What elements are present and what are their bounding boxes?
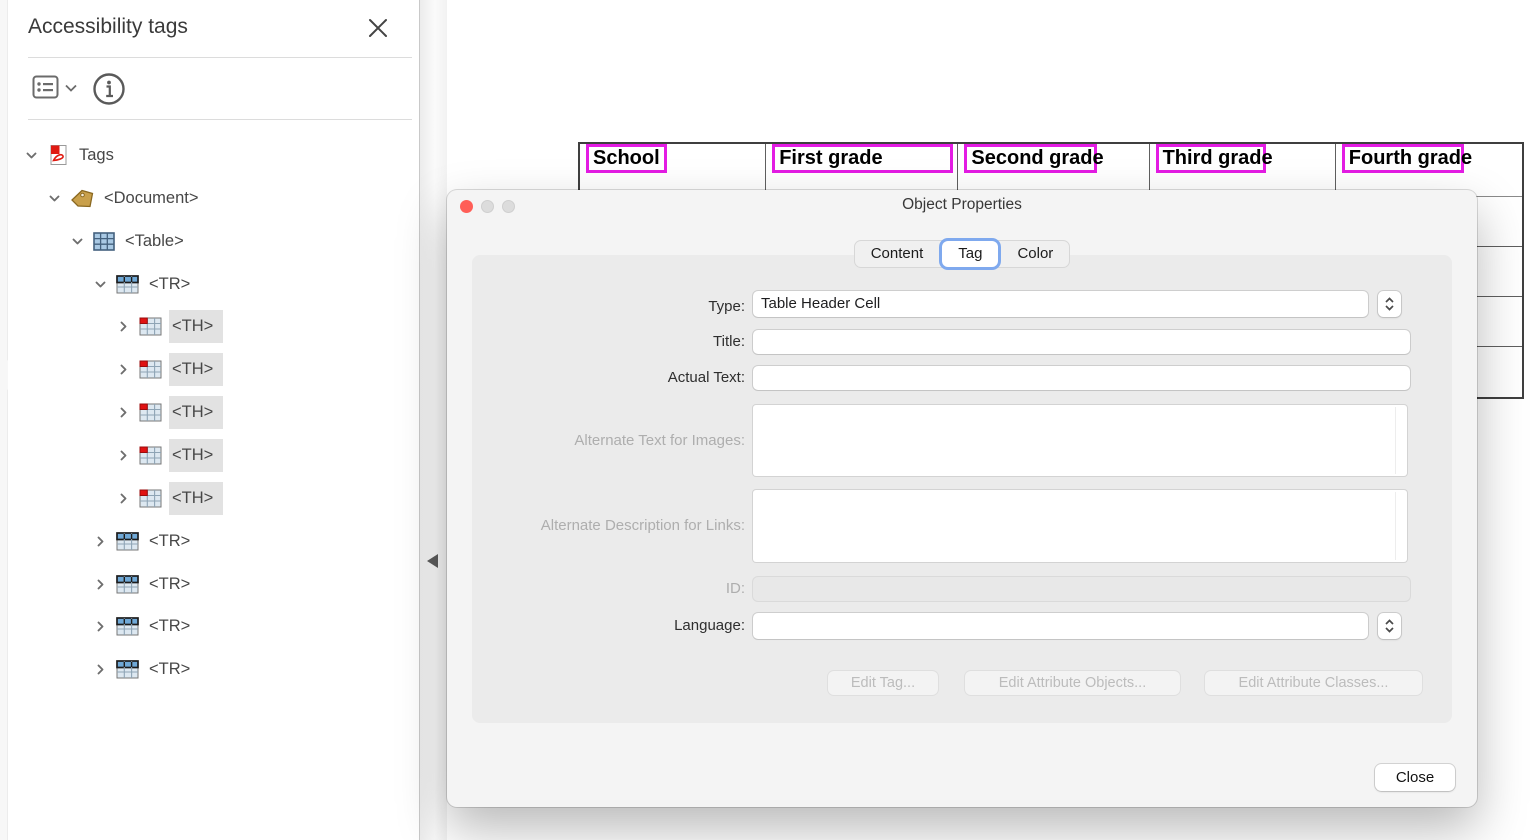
tag-icon (70, 188, 94, 209)
actual-text-input[interactable] (753, 366, 1410, 390)
tree-item-tr-10[interactable]: <TR> (93, 563, 200, 605)
tree-item-th-8[interactable]: <TH> (116, 477, 223, 519)
tag-highlight-box: Second grade (964, 144, 1097, 173)
table-header-cell-icon (139, 317, 162, 336)
chevron-right-icon[interactable] (93, 662, 107, 676)
table-header-cell-icon (139, 360, 162, 379)
pdf-header-cell: School (580, 144, 766, 196)
tree-item-label: <TR> (146, 610, 200, 643)
alt-text-images-textarea (753, 405, 1407, 476)
edit-attribute-objects-button[interactable]: Edit Attribute Objects... (965, 671, 1180, 695)
language-stepper-icon[interactable] (1378, 613, 1401, 639)
table-row-icon (116, 532, 139, 551)
chevron-right-icon[interactable] (116, 405, 130, 419)
table-row-icon (116, 660, 139, 679)
tag-highlight-box: Fourth grade (1342, 144, 1464, 173)
tags-tree: Tags <Document> <Table> <TR> <TH> <TH> <… (8, 0, 420, 840)
tree-item-th-6[interactable]: <TH> (116, 391, 223, 433)
chevron-right-icon[interactable] (93, 619, 107, 633)
acrobat-window: School First grade Second grade Third grade… (0, 0, 1540, 840)
id-label: ID: (465, 577, 745, 601)
accessibility-tags-panel: Accessibility tags Tags <Document> < (8, 0, 420, 840)
table-header-cell-icon (139, 446, 162, 465)
tag-tab-content (472, 255, 1452, 723)
title-label: Title: (465, 330, 745, 354)
tab-bar: ContentTagColor (447, 240, 1477, 268)
chevron-right-icon[interactable] (93, 534, 107, 548)
tree-item-label: <TH> (169, 353, 223, 386)
table-row-icon (116, 575, 139, 594)
tree-item-tags-0[interactable]: Tags (24, 134, 124, 176)
table-icon (93, 232, 115, 251)
pdf-header-cell: Second grade (958, 144, 1149, 196)
type-stepper-icon[interactable] (1378, 291, 1401, 317)
language-label: Language: (465, 613, 745, 639)
tree-item-tr-3[interactable]: <TR> (93, 263, 200, 305)
tree-item-label: <TH> (169, 310, 223, 343)
tree-item-th-7[interactable]: <TH> (116, 434, 223, 476)
object-properties-dialog: Object Properties ContentTagColor Type: … (447, 190, 1477, 807)
tree-item-label: <TH> (169, 482, 223, 515)
tree-item-tr-9[interactable]: <TR> (93, 520, 200, 562)
left-edge-strip (0, 0, 8, 840)
tab-content[interactable]: Content (855, 241, 940, 267)
alt-desc-links-textarea (753, 490, 1407, 562)
tree-item-label: <Document> (101, 182, 208, 215)
chevron-down-icon[interactable] (93, 277, 107, 291)
chevron-down-icon[interactable] (47, 191, 61, 205)
pdf-header-cell: Fourth grade (1336, 144, 1522, 196)
tree-item-label: <TR> (146, 653, 200, 686)
close-button[interactable]: Close (1375, 764, 1455, 791)
table-header-cell-icon (139, 403, 162, 422)
table-row-icon (116, 275, 139, 294)
table-row-icon (116, 617, 139, 636)
type-select[interactable]: Table Header Cell (753, 291, 1368, 317)
tree-item-label: <TR> (146, 568, 200, 601)
chevron-right-icon[interactable] (116, 319, 130, 333)
chevron-right-icon[interactable] (116, 362, 130, 376)
tree-item-th-5[interactable]: <TH> (116, 348, 223, 390)
panel-splitter[interactable] (420, 0, 447, 840)
language-select[interactable] (753, 613, 1368, 639)
collapse-panel-icon[interactable] (427, 554, 438, 568)
pdf-icon (47, 144, 69, 166)
chevron-right-icon[interactable] (93, 577, 107, 591)
tag-highlight-box: School (586, 144, 667, 173)
tree-item-label: <TH> (169, 396, 223, 429)
title-input[interactable] (753, 330, 1410, 354)
tab-color[interactable]: Color (1001, 241, 1069, 267)
tag-highlight-box: Third grade (1156, 144, 1266, 173)
tab-tag[interactable]: Tag (942, 241, 998, 267)
table-header-cell-icon (139, 489, 162, 508)
tree-item-tr-12[interactable]: <TR> (93, 648, 200, 690)
id-input (753, 577, 1410, 601)
chevron-down-icon[interactable] (24, 148, 38, 162)
dialog-title: Object Properties (447, 196, 1477, 214)
pdf-header-cell: Third grade (1150, 144, 1336, 196)
edit-attribute-classes-button[interactable]: Edit Attribute Classes... (1205, 671, 1422, 695)
tree-item-label: <Table> (122, 225, 194, 258)
tag-highlight-box: First grade (772, 144, 953, 173)
alt-text-images-label: Alternate Text for Images: (465, 428, 745, 454)
tree-item-document-1[interactable]: <Document> (47, 177, 208, 219)
tree-item-label: <TR> (146, 525, 200, 558)
chevron-right-icon[interactable] (116, 491, 130, 505)
tree-item-label: Tags (76, 139, 124, 172)
type-label: Type: (465, 294, 745, 320)
tree-item-label: <TR> (146, 268, 200, 301)
edit-tag-button[interactable]: Edit Tag... (828, 671, 938, 695)
chevron-right-icon[interactable] (116, 448, 130, 462)
tree-item-label: <TH> (169, 439, 223, 472)
chevron-down-icon[interactable] (70, 234, 84, 248)
pdf-header-cell: First grade (766, 144, 958, 196)
tree-item-tr-11[interactable]: <TR> (93, 605, 200, 647)
alt-desc-links-label: Alternate Description for Links: (465, 513, 745, 539)
actual-text-label: Actual Text: (465, 366, 745, 390)
tree-item-th-4[interactable]: <TH> (116, 305, 223, 347)
tree-item-table-2[interactable]: <Table> (70, 220, 194, 262)
